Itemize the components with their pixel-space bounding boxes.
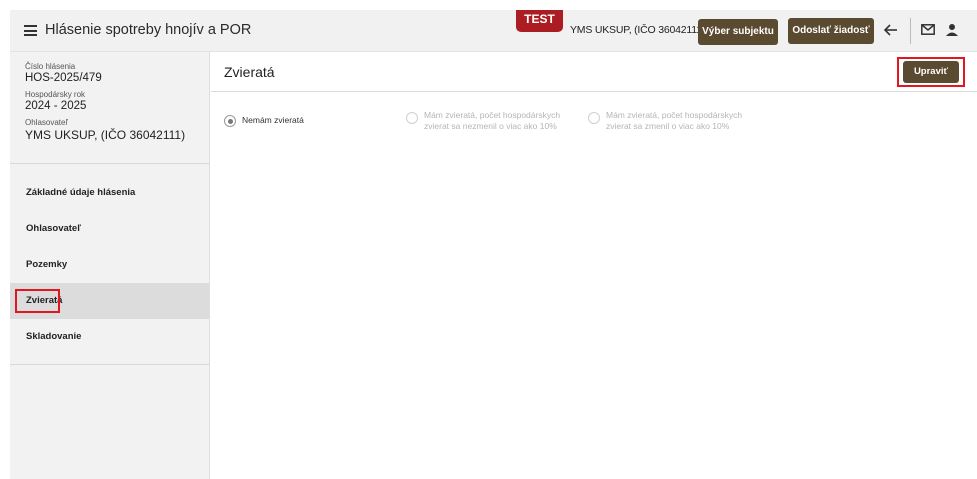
radio-circle[interactable] — [406, 112, 418, 124]
sidebar-nav: Základné údaje hlásenia Ohlasovateľ Poze… — [10, 175, 209, 365]
select-subject-button[interactable]: Výber subjektu — [698, 19, 778, 45]
radio-label: Mám zvieratá, počet hospodárskych zviera… — [424, 110, 560, 132]
radio-label: Nemám zvieratá — [242, 115, 304, 125]
mail-icon[interactable] — [921, 24, 935, 35]
radio-circle[interactable] — [588, 112, 600, 124]
radio-label-line: Mám zvieratá, počet hospodárskych — [424, 110, 561, 120]
section-header: Zvieratá Upraviť — [211, 52, 977, 92]
year-value: 2024 - 2025 — [25, 100, 87, 112]
header-divider — [910, 18, 911, 44]
sidebar-divider — [10, 364, 209, 365]
arrow-back-icon[interactable] — [883, 21, 899, 39]
env-badge: TEST — [516, 10, 563, 32]
reporter-label: Ohlasovateľ — [25, 118, 68, 127]
sidebar-item-reporter[interactable]: Ohlasovateľ — [10, 211, 209, 247]
menu-icon[interactable] — [24, 25, 37, 36]
sidebar: Číslo hlásenia HOS-2025/479 Hospodársky … — [10, 52, 210, 479]
sidebar-item-basic-info[interactable]: Základné údaje hlásenia — [10, 175, 209, 211]
sidebar-item-storage[interactable]: Skladovanie — [10, 319, 209, 355]
radio-circle[interactable] — [224, 115, 236, 127]
section-title: Zvieratá — [224, 64, 275, 80]
radio-label-line: zvierat sa zmenil o viac ako 10% — [606, 121, 730, 131]
animals-options: Nemám zvieratá Mám zvieratá, počet hospo… — [224, 109, 977, 149]
year-label: Hospodársky rok — [25, 90, 86, 99]
app-title: Hlásenie spotreby hnojív a POR — [45, 22, 252, 38]
app-header: Hlásenie spotreby hnojív a POR TEST YMS … — [10, 10, 977, 52]
current-subject: YMS UKSUP, (IČO 36042111) — [570, 24, 706, 36]
send-request-button[interactable]: Odoslať žiadosť — [788, 18, 874, 44]
highlight-box — [15, 289, 60, 313]
radio-label-line: Mám zvieratá, počet hospodárskych — [606, 110, 743, 120]
highlight-box — [897, 57, 965, 87]
report-info: Číslo hlásenia HOS-2025/479 Hospodársky … — [10, 52, 209, 164]
report-number: HOS-2025/479 — [25, 72, 102, 84]
reporter-value: YMS UKSUP, (IČO 36042111) — [25, 128, 186, 142]
radio-label: Mám zvieratá, počet hospodárskych zviera… — [606, 110, 742, 132]
report-number-label: Číslo hlásenia — [25, 62, 76, 71]
person-icon[interactable] — [946, 23, 958, 37]
sidebar-item-animals[interactable]: Zvieratá — [10, 283, 209, 319]
radio-label-line: zvierat sa nezmenil o viac ako 10% — [424, 121, 557, 131]
sidebar-item-land[interactable]: Pozemky — [10, 247, 209, 283]
